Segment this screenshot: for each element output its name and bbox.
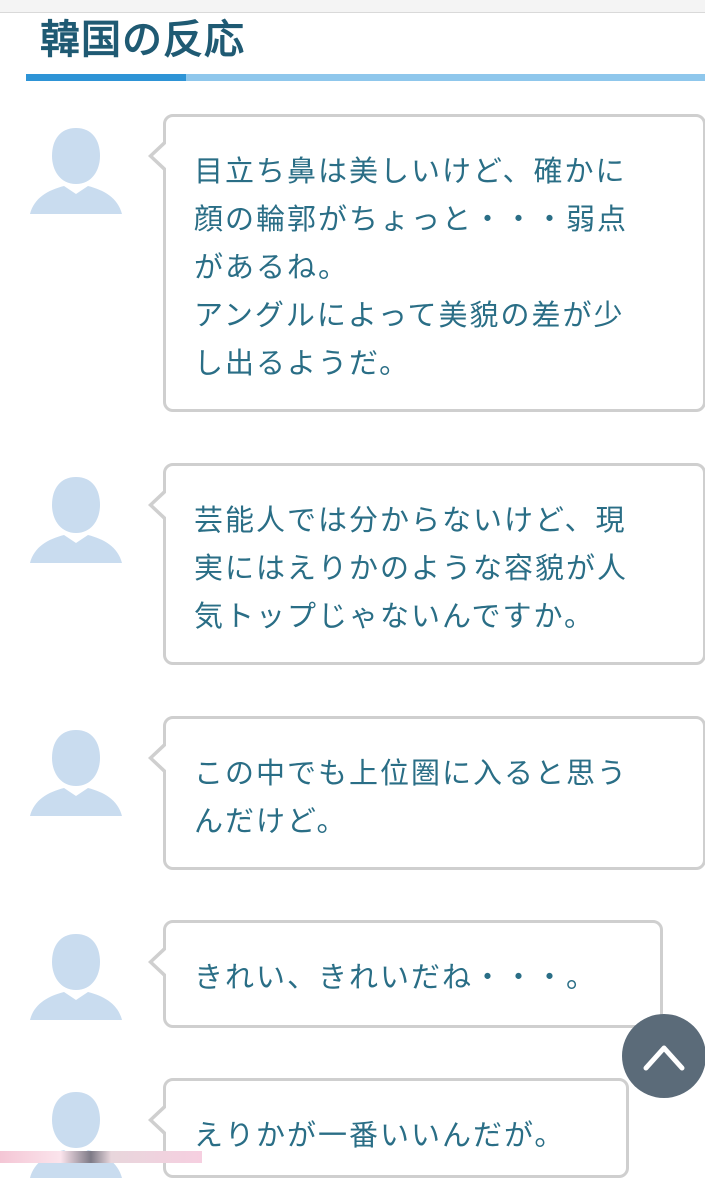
comment-item: この中でも上位圏に入ると思う んだけど。 [0, 716, 705, 872]
comment-item: きれい、きれいだね・・・。 [0, 920, 705, 1028]
bottom-image-strip [0, 1151, 202, 1163]
chevron-up-icon [643, 1045, 685, 1071]
comment-bubble: きれい、きれいだね・・・。 [148, 920, 663, 1028]
section-heading: 韓国の反応 [40, 17, 245, 63]
comment-item: 芸能人では分からないけど、現 実にはえりかのような容貌が人 気トップじゃないんで… [0, 463, 705, 667]
user-silhouette-icon [30, 726, 122, 816]
comment-bubble: 芸能人では分からないけど、現 実にはえりかのような容貌が人 気トップじゃないんで… [148, 463, 705, 665]
comment-bubble: この中でも上位圏に入ると思う んだけど。 [148, 716, 705, 870]
scroll-to-top-button[interactable] [622, 1014, 705, 1098]
user-silhouette-icon [30, 124, 122, 214]
user-silhouette-icon [30, 473, 122, 563]
comment-item: 目立ち鼻は美しいけど、確かに 顔の輪郭がちょっと・・・弱点 があるね。 アングル… [0, 114, 705, 414]
user-silhouette-icon [30, 930, 122, 1020]
user-silhouette-icon [30, 1088, 122, 1178]
comment-bubble: 目立ち鼻は美しいけど、確かに 顔の輪郭がちょっと・・・弱点 があるね。 アングル… [148, 114, 705, 412]
comment-bubble: えりかが一番いいんだが。 [148, 1078, 629, 1178]
heading-underline-accent [26, 74, 186, 81]
